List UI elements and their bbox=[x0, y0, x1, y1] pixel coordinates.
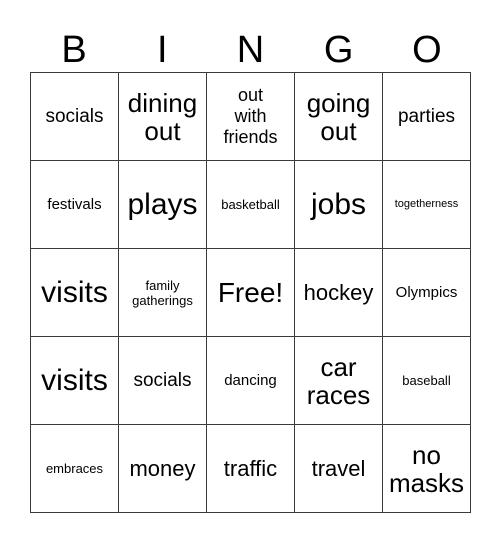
bingo-cell-label: out with friends bbox=[223, 85, 278, 147]
bingo-cell[interactable]: travel bbox=[295, 425, 383, 513]
bingo-cell[interactable]: money bbox=[119, 425, 207, 513]
bingo-cell[interactable]: plays bbox=[119, 161, 207, 249]
bingo-cell[interactable]: socials bbox=[119, 337, 207, 425]
bingo-cell-free[interactable]: Free! bbox=[207, 249, 295, 337]
bingo-cell[interactable]: dining out bbox=[119, 73, 207, 161]
bingo-cell[interactable]: jobs bbox=[295, 161, 383, 249]
bingo-cell[interactable]: family gatherings bbox=[119, 249, 207, 337]
bingo-cell[interactable]: parties bbox=[383, 73, 471, 161]
bingo-cell[interactable]: socials bbox=[31, 73, 119, 161]
bingo-grid: socials dining out out with friends going o… bbox=[30, 72, 471, 513]
bingo-cell-label: hockey bbox=[303, 279, 374, 305]
bingo-cell-label: socials bbox=[133, 369, 192, 391]
bingo-cell-label: visits bbox=[41, 363, 108, 397]
bingo-cell-label: travel bbox=[311, 455, 366, 481]
bingo-cell-label: Free! bbox=[217, 276, 284, 308]
bingo-cell[interactable]: embraces bbox=[31, 425, 119, 513]
bingo-cell-label: family gatherings bbox=[132, 277, 193, 308]
bingo-cell-label: jobs bbox=[310, 187, 367, 221]
header-letter-b: B bbox=[61, 29, 87, 71]
bingo-cell[interactable]: baseball bbox=[383, 337, 471, 425]
bingo-cell-label: embraces bbox=[45, 461, 104, 476]
bingo-cell[interactable]: traffic bbox=[207, 425, 295, 513]
bingo-cell[interactable]: Olympics bbox=[383, 249, 471, 337]
bingo-cell[interactable]: togetherness bbox=[383, 161, 471, 249]
bingo-cell-label: going out bbox=[306, 87, 371, 146]
bingo-cell-label: basketball bbox=[221, 197, 280, 212]
bingo-cell[interactable]: car races bbox=[295, 337, 383, 425]
bingo-cell-label: visits bbox=[41, 275, 108, 309]
bingo-cell-label: togetherness bbox=[394, 198, 459, 210]
bingo-cell[interactable]: no masks bbox=[383, 425, 471, 513]
bingo-cell[interactable]: festivals bbox=[31, 161, 119, 249]
header-letter-n: N bbox=[236, 29, 265, 71]
bingo-cell-label: traffic bbox=[223, 455, 278, 481]
bingo-cell-label: plays bbox=[127, 187, 198, 221]
bingo-cell-label: car races bbox=[306, 351, 371, 410]
bingo-cell-label: dining out bbox=[127, 87, 198, 146]
bingo-cell[interactable]: basketball bbox=[207, 161, 295, 249]
bingo-cell[interactable]: hockey bbox=[295, 249, 383, 337]
bingo-cell[interactable]: visits bbox=[31, 337, 119, 425]
bingo-cell-label: socials bbox=[45, 105, 104, 127]
bingo-cell-label: money bbox=[129, 455, 196, 481]
bingo-cell-label: baseball bbox=[402, 373, 451, 388]
bingo-cell-label: no masks bbox=[388, 439, 465, 498]
header-letter-i: I bbox=[157, 29, 168, 71]
bingo-cell-label: dancing bbox=[224, 372, 277, 389]
bingo-cell[interactable]: going out bbox=[295, 73, 383, 161]
header-letter-g: G bbox=[323, 29, 354, 71]
bingo-cell[interactable]: dancing bbox=[207, 337, 295, 425]
bingo-cell-label: parties bbox=[397, 105, 456, 127]
bingo-card: B I N G O socials dining out out with frie… bbox=[0, 0, 500, 544]
bingo-cell[interactable]: visits bbox=[31, 249, 119, 337]
bingo-cell-label: Olympics bbox=[395, 284, 458, 301]
bingo-cell[interactable]: out with friends bbox=[207, 73, 295, 161]
bingo-cell-label: festivals bbox=[47, 196, 102, 213]
bingo-header: B I N G O bbox=[30, 14, 471, 72]
header-letter-o: O bbox=[412, 29, 442, 71]
